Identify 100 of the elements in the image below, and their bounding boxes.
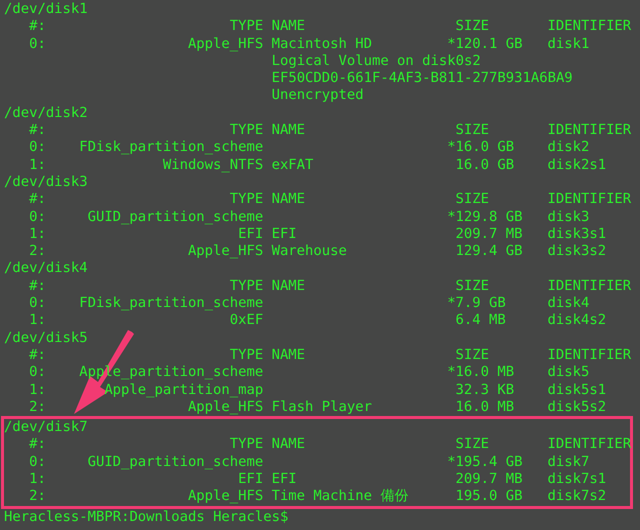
column-header: TYPE: [230, 278, 264, 296]
partition-identifier: disk3s2: [548, 243, 606, 260]
partition-name: EFI: [272, 471, 297, 488]
partition-type: Apple_HFS: [188, 36, 264, 53]
partition-number: 1:: [29, 382, 46, 399]
partition-number: 1:: [29, 226, 46, 244]
device-path: /dev/disk5: [4, 330, 88, 346]
device-path: /dev/disk1: [4, 1, 88, 17]
column-header: SIZE: [456, 122, 489, 140]
partition-number: 1:: [29, 471, 46, 488]
column-header: #:: [29, 346, 46, 364]
partition-size: 6.4 MB: [456, 312, 506, 330]
whole-disk-marker: *: [447, 295, 456, 312]
partition-identifier: disk7s1: [548, 471, 606, 488]
column-header: TYPE: [230, 122, 264, 140]
column-header: IDENTIFIER: [548, 122, 632, 140]
partition-size: 32.3 KB: [456, 382, 514, 399]
whole-disk-marker: *: [447, 139, 456, 157]
partition-type: FDisk_partition_scheme: [79, 139, 264, 157]
column-header: SIZE: [456, 191, 489, 209]
column-header: SIZE: [456, 278, 489, 296]
partition-type: EFI: [238, 226, 264, 244]
partition-name: Flash Player: [272, 398, 372, 416]
column-header: TYPE: [230, 436, 264, 454]
column-header: IDENTIFIER: [548, 191, 632, 209]
partition-type: Apple_HFS: [188, 488, 264, 506]
partition-type: GUID_partition_scheme: [88, 208, 264, 226]
partition-size: 16.0 MB: [456, 398, 514, 416]
partition-size: 16.0 MB: [456, 364, 514, 382]
column-header: #:: [29, 191, 46, 209]
partition-size: 209.7 MB: [456, 471, 522, 488]
partition-size: 16.0 GB: [456, 156, 514, 174]
column-header: IDENTIFIER: [548, 278, 632, 296]
whole-disk-marker: *: [447, 208, 456, 226]
whole-disk-marker: *: [447, 454, 456, 472]
column-header: #:: [29, 436, 46, 454]
partition-identifier: disk2s1: [548, 156, 606, 174]
partition-number: 0:: [29, 36, 46, 53]
partition-size: 120.1 GB: [456, 36, 522, 53]
partition-size: 129.8 GB: [456, 208, 522, 226]
partition-number: 1:: [29, 156, 46, 174]
column-header: #:: [29, 278, 46, 296]
partition-size: 209.7 MB: [456, 226, 522, 244]
device-path: /dev/disk7: [4, 419, 88, 436]
column-header: NAME: [272, 436, 306, 454]
partition-name: Warehouse: [272, 243, 347, 260]
partition-detail: Logical Volume on disk0s2: [272, 52, 481, 69]
partition-name: Macintosh HD: [272, 36, 372, 53]
whole-disk-marker: *: [447, 364, 456, 382]
partition-name: EFI: [272, 226, 297, 244]
column-header: SIZE: [456, 436, 489, 454]
column-header: #:: [29, 122, 46, 140]
whole-disk-marker: *: [447, 36, 456, 53]
column-header: IDENTIFIER: [548, 346, 632, 364]
partition-identifier: disk4s2: [548, 312, 606, 330]
partition-type: Apple_HFS: [188, 243, 264, 260]
partition-number: 0:: [29, 364, 46, 382]
partition-type: GUID_partition_scheme: [88, 454, 264, 472]
shell-prompt: Heracless-MBPR:Downloads Heracles$: [4, 508, 288, 525]
partition-size: 16.0 GB: [456, 139, 514, 157]
column-header: TYPE: [230, 346, 264, 364]
partition-identifier: disk5s2: [548, 398, 606, 416]
partition-identifier: disk7s2: [548, 488, 606, 506]
partition-size: 129.4 GB: [456, 243, 522, 260]
partition-size: 195.0 GB: [456, 488, 522, 506]
partition-identifier: disk7: [548, 454, 590, 472]
column-header: NAME: [272, 346, 306, 364]
partition-type: FDisk_partition_scheme: [79, 295, 264, 312]
partition-name: exFAT: [272, 156, 314, 174]
partition-identifier: disk5: [548, 364, 590, 382]
partition-number: 2:: [29, 243, 46, 260]
partition-type: 0xEF: [230, 312, 264, 330]
partition-detail: EF50CDD0-661F-4AF3-B811-277B931A6BA9: [272, 70, 573, 86]
partition-identifier: disk4: [548, 295, 590, 312]
partition-number: 2:: [29, 398, 46, 416]
partition-type: Apple_partition_map: [104, 382, 264, 399]
column-header: SIZE: [456, 18, 489, 36]
partition-number: 2:: [29, 488, 46, 506]
partition-type: Apple_HFS: [188, 398, 264, 416]
partition-identifier: disk3: [548, 208, 590, 226]
partition-identifier: disk5s1: [548, 382, 606, 399]
column-header: NAME: [272, 191, 306, 209]
partition-number: 0:: [29, 295, 46, 312]
partition-type: EFI: [238, 471, 264, 488]
partition-number: 0:: [29, 208, 46, 226]
partition-number: 0:: [29, 454, 46, 472]
partition-number: 1:: [29, 312, 46, 330]
column-header: TYPE: [230, 191, 264, 209]
device-path: /dev/disk4: [4, 260, 88, 276]
device-path: /dev/disk3: [4, 174, 88, 190]
device-path: /dev/disk2: [4, 104, 88, 121]
column-header: SIZE: [456, 346, 489, 364]
column-header: #:: [29, 18, 46, 36]
column-header: NAME: [272, 278, 306, 296]
column-header: IDENTIFIER: [548, 18, 632, 36]
column-header: NAME: [272, 18, 306, 36]
partition-identifier: disk1: [548, 36, 590, 53]
partition-identifier: disk2: [548, 139, 590, 157]
column-header: TYPE: [230, 18, 264, 36]
partition-size: 195.4 GB: [456, 454, 522, 472]
